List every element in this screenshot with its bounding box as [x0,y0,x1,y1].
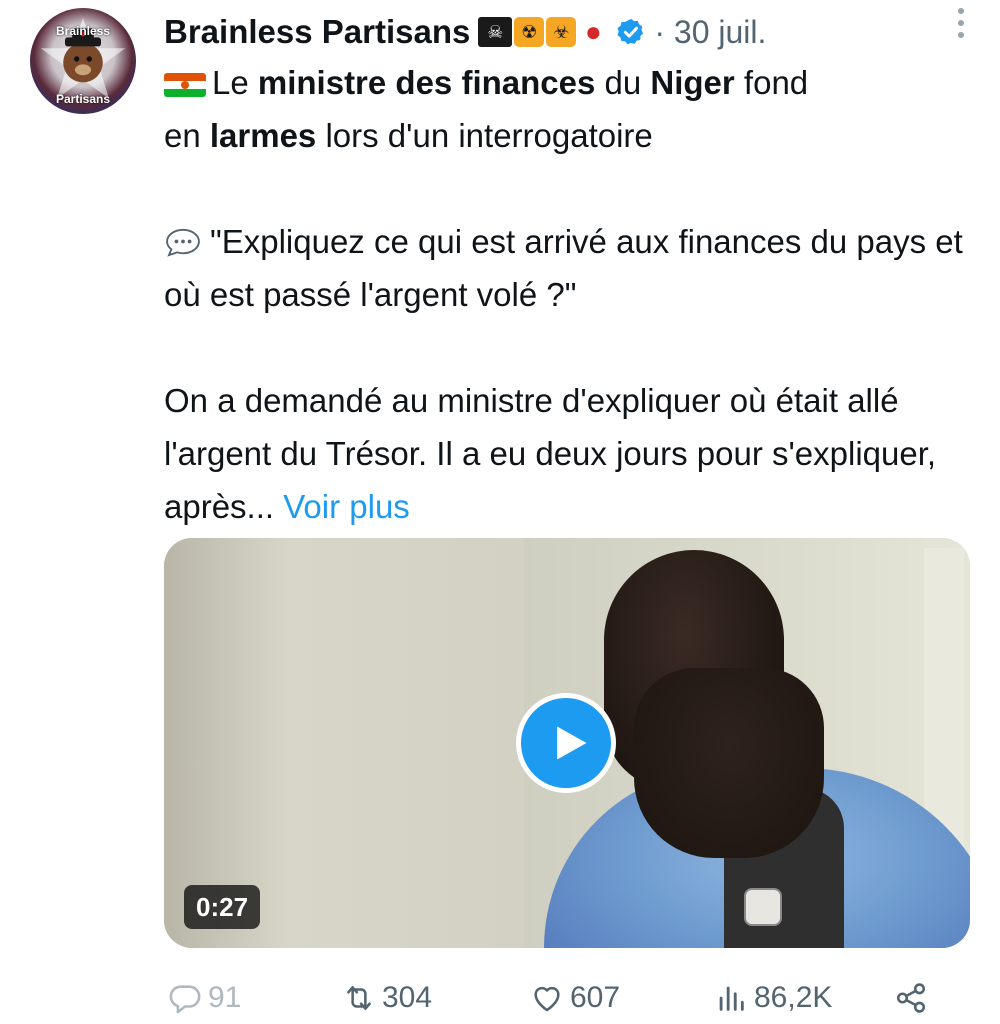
like-button[interactable]: 607 [530,981,620,1015]
body-text: On a demandé au ministre d'expliquer où … [164,382,937,525]
niger-flag-icon [164,73,206,97]
tweet-header: Brainless Partisans ☠ ☢ ☣ ● · 30 juil. [164,10,980,54]
view-count: 86,2K [754,981,833,1014]
tweet-body: On a demandé au ministre d'expliquer où … [164,374,964,533]
avatar-bottom-text: Partisans [55,92,111,106]
share-icon [896,983,926,1013]
play-button[interactable] [516,693,616,793]
play-icon [557,726,587,760]
author-name[interactable]: Brainless Partisans [164,13,470,51]
pirate-flag-icon: ☠ [478,17,513,47]
bold-text-segment: larmes [209,117,317,154]
quote-text: "Expliquez ce qui est arrivé aux finance… [164,223,963,313]
vertical-dots-icon [958,8,964,38]
speech-bubble-icon [166,228,200,257]
reply-icon [169,985,201,1014]
retweet-button[interactable]: 304 [342,981,432,1015]
tweet-text-line1: Le ministre des finances du Niger fond [164,56,964,109]
like-count: 607 [570,981,621,1014]
video-frame-subject [634,668,824,858]
biohazard-icon: ☣ [546,17,577,47]
video-frame-detail [924,548,964,848]
verified-badge-icon [617,18,644,45]
retweet-icon [347,986,371,1010]
matryoshka-doll-icon: ● [584,16,602,47]
text-segment: en [164,117,210,154]
more-options-button[interactable] [958,8,964,38]
tweet-action-bar: 91 304 607 86,2K [164,972,944,1024]
bold-text-segment: Niger [650,64,735,101]
text-segment: lors d'un interrogatoire [316,117,653,154]
see-more-link[interactable]: Voir plus [283,488,410,525]
tweet-text: Le ministre des finances du Niger fond e… [164,56,964,533]
retweet-count: 304 [382,981,433,1014]
views-button[interactable]: 86,2K [714,981,832,1015]
radioactive-icon: ☢ [514,17,545,47]
tweet-date[interactable]: · 30 juil. [654,14,766,51]
video-duration-badge: 0:27 [184,885,261,929]
text-segment: du [595,64,651,101]
bold-text-segment: ministre des finances [257,64,596,101]
text-segment: fond [734,64,809,101]
reply-count: 91 [208,981,242,1014]
avatar-top-text: Brainless [55,24,111,38]
author-emoji-row: ☠ ☢ ☣ ● [478,17,608,47]
text-segment: Le [212,64,258,101]
reply-button[interactable]: 91 [168,981,241,1015]
author-avatar[interactable]: Brainless Partisans [30,8,136,114]
heart-icon [534,986,560,1012]
tweet-text-line2: en larmes lors d'un interrogatoire [164,109,964,162]
video-frame-subject [744,888,782,926]
video-player[interactable]: 0:27 [164,538,970,948]
tweet-quote: "Expliquez ce qui est arrivé aux finance… [164,215,964,321]
views-bar-chart-icon [719,986,744,1011]
share-button[interactable] [894,981,928,1015]
